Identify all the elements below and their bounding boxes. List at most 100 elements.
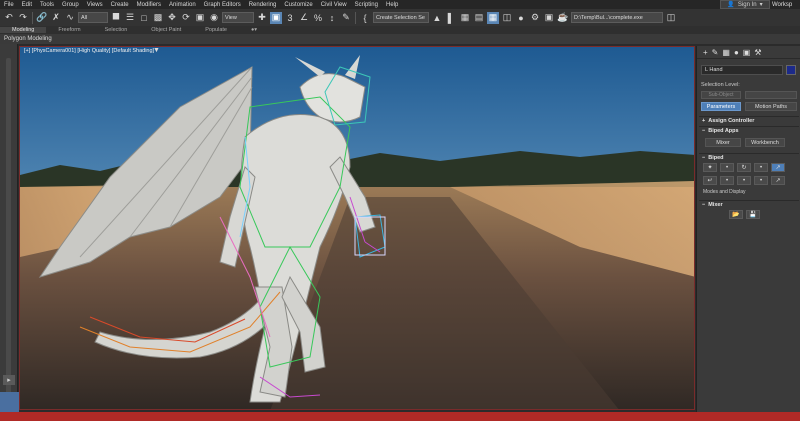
project-folder-icon[interactable]: ◫: [665, 12, 677, 24]
tab-modeling[interactable]: Modeling: [0, 27, 47, 33]
menu-edit[interactable]: Edit: [18, 2, 36, 8]
reference-coordinate-select[interactable]: View: [222, 12, 254, 23]
menu-group[interactable]: Group: [58, 2, 83, 8]
chevron-down-icon: ▾: [759, 2, 763, 8]
redo-icon[interactable]: ↷: [17, 12, 29, 24]
sub-object-button[interactable]: Sub-Object: [701, 91, 741, 99]
percent-snap-icon[interactable]: %: [312, 12, 324, 24]
viewport-label[interactable]: [+] [PhysCamera001] [High Quality] [Defa…: [24, 48, 154, 54]
render-icon[interactable]: ☕: [557, 12, 569, 24]
tab-object-paint[interactable]: Object Paint: [139, 27, 193, 33]
modify-icon[interactable]: ✎: [712, 48, 719, 57]
convert-icon[interactable]: •: [737, 176, 751, 185]
snap-toggle-icon[interactable]: 3: [284, 12, 296, 24]
menu-help[interactable]: Help: [382, 2, 402, 8]
app-window: File Edit Tools Group Views Create Modif…: [0, 0, 800, 421]
biped-apps-rollout[interactable]: − Biped Apps: [699, 126, 799, 134]
tab-selection[interactable]: Selection: [93, 27, 140, 33]
material-editor-icon[interactable]: ●: [515, 12, 527, 24]
sign-in-button[interactable]: 👤 Sign In ▾: [720, 0, 770, 9]
create-icon[interactable]: +: [703, 48, 708, 57]
named-selection-icon[interactable]: ✎: [340, 12, 352, 24]
footstep-mode-icon[interactable]: •: [720, 163, 734, 172]
open-folder-icon[interactable]: 📂: [729, 210, 743, 219]
rectangular-selection-icon[interactable]: □: [138, 12, 150, 24]
load-file-icon[interactable]: ↵: [703, 176, 717, 185]
menu-modifiers[interactable]: Modifiers: [133, 2, 165, 8]
scale-icon[interactable]: ▣: [194, 12, 206, 24]
perspective-viewport[interactable]: [+] [PhysCamera001] [High Quality] [Defa…: [19, 46, 695, 410]
parameters-button[interactable]: Parameters: [701, 102, 741, 111]
toggle-ribbon-icon[interactable]: ▤: [473, 12, 485, 24]
tab-populate[interactable]: Populate: [193, 27, 239, 33]
spinner-snap-icon[interactable]: ↕: [326, 12, 338, 24]
move-all-icon[interactable]: •: [754, 176, 768, 185]
mixer-button[interactable]: Mixer: [705, 138, 741, 147]
object-name-field[interactable]: L Hand: [701, 65, 783, 75]
selection-filter-select[interactable]: All: [78, 12, 108, 23]
schematic-view-icon[interactable]: ◫: [501, 12, 513, 24]
walk-icon[interactable]: ↗: [771, 176, 785, 185]
undo-icon[interactable]: ↶: [3, 12, 15, 24]
menu-animation[interactable]: Animation: [165, 2, 200, 8]
menu-customize[interactable]: Customize: [280, 2, 316, 8]
menu-views[interactable]: Views: [83, 2, 107, 8]
assign-controller-rollout[interactable]: + Assign Controller: [699, 116, 799, 124]
display-icon[interactable]: ▣: [743, 48, 751, 57]
rotate-icon[interactable]: ⟳: [180, 12, 192, 24]
ribbon-options-icon[interactable]: ●▾: [239, 27, 269, 33]
save-file-icon[interactable]: •: [720, 176, 734, 185]
motion-flow-icon[interactable]: ↻: [737, 163, 751, 172]
menu-scripting[interactable]: Scripting: [351, 2, 382, 8]
link-icon[interactable]: 🔗: [36, 12, 48, 24]
menu-file[interactable]: File: [0, 2, 18, 8]
sub-object-dropdown[interactable]: [745, 91, 797, 99]
layer-explorer-icon[interactable]: ▦: [459, 12, 471, 24]
modes-display-rollout[interactable]: Modes and Display: [703, 189, 746, 195]
menu-civil-view[interactable]: Civil View: [317, 2, 351, 8]
hierarchy-icon[interactable]: ▦: [722, 48, 730, 57]
menu-create[interactable]: Create: [107, 2, 133, 8]
mixer-mode-icon[interactable]: •: [754, 163, 768, 172]
biped-rollout[interactable]: − Biped: [699, 153, 799, 161]
rendered-frame-icon[interactable]: ▣: [543, 12, 555, 24]
biped-apps-label: Biped Apps: [708, 127, 739, 134]
select-manipulate-icon[interactable]: ▣: [270, 11, 282, 24]
polygon-modeling-label[interactable]: Polygon Modeling: [4, 36, 52, 42]
mirror-icon[interactable]: ▲: [431, 12, 443, 24]
selection-set-select[interactable]: Create Selection Se: [373, 12, 429, 23]
angle-snap-icon[interactable]: ∠: [298, 12, 310, 24]
align-icon[interactable]: ▌: [445, 12, 457, 24]
viewport-layout-button[interactable]: [0, 392, 19, 412]
pivot-icon[interactable]: ✚: [256, 12, 268, 24]
motion-paths-button[interactable]: Motion Paths: [745, 102, 797, 111]
move-icon[interactable]: ✥: [166, 12, 178, 24]
menu-tools[interactable]: Tools: [36, 2, 58, 8]
unlink-icon[interactable]: ✗: [50, 12, 62, 24]
menu-graph-editors[interactable]: Graph Editors: [200, 2, 245, 8]
edit-named-selection-icon[interactable]: {: [359, 12, 371, 24]
vertical-scrollbar[interactable]: [6, 58, 11, 398]
figure-mode-icon[interactable]: ✦: [703, 163, 717, 172]
motion-icon[interactable]: ●: [734, 48, 739, 57]
render-setup-icon[interactable]: ⚙: [529, 12, 541, 24]
expand-icon[interactable]: ▸: [3, 375, 15, 385]
object-color-swatch[interactable]: [786, 65, 796, 75]
workspace-label[interactable]: Worksp: [772, 0, 800, 9]
utilities-icon[interactable]: ⚒: [754, 48, 761, 57]
tab-freeform[interactable]: Freeform: [46, 27, 92, 33]
curve-editor-icon[interactable]: ▦: [487, 11, 499, 24]
select-object-icon[interactable]: ⯀: [110, 12, 122, 24]
workbench-button[interactable]: Workbench: [745, 138, 785, 147]
biped-playback-icon[interactable]: ↗: [771, 163, 785, 172]
filter-icon[interactable]: ▼: [153, 47, 160, 54]
place-icon[interactable]: ◉: [208, 12, 220, 24]
project-path-field[interactable]: D:\Temp\Bul...\complete.exe: [571, 12, 663, 23]
biped-apps-buttons: Mixer Workbench: [705, 138, 785, 147]
mixer-rollout[interactable]: − Mixer: [699, 200, 799, 208]
window-crossing-icon[interactable]: ▩: [152, 12, 164, 24]
bind-spacewarp-icon[interactable]: ∿: [64, 12, 76, 24]
menu-rendering[interactable]: Rendering: [245, 2, 281, 8]
select-by-name-icon[interactable]: ☰: [124, 12, 136, 24]
save-icon[interactable]: 💾: [746, 210, 760, 219]
